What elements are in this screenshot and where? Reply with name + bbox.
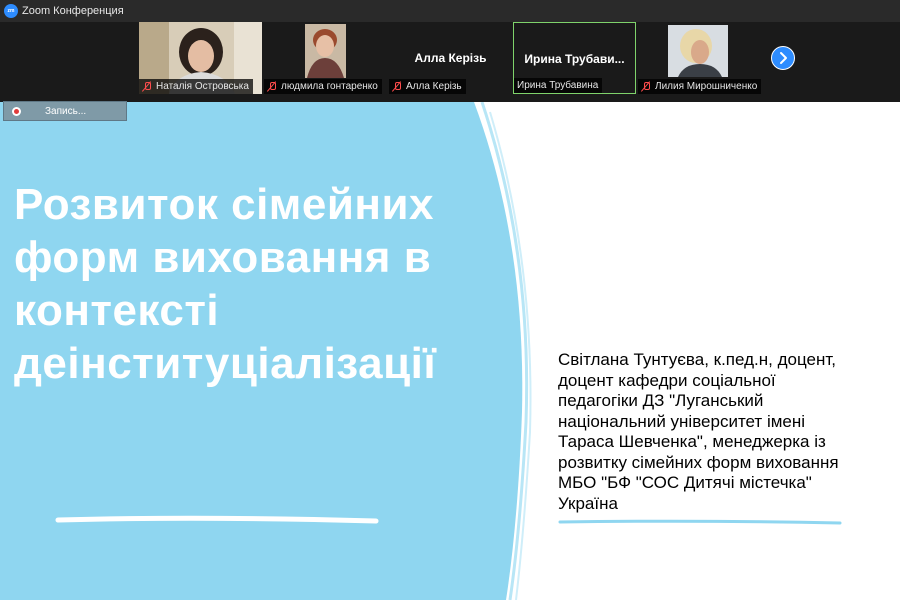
chevron-right-icon — [780, 52, 787, 64]
shared-screen-slide: Розвиток сімейних форм виховання в конте… — [0, 102, 900, 600]
mic-muted-icon — [142, 81, 152, 92]
author-line: Тараса Шевченка", менеджерка із — [558, 432, 826, 451]
participant-nameplate: людмила гонтаренко — [264, 79, 382, 94]
participant-tile[interactable]: Лилия Мирошниченко — [638, 22, 761, 94]
next-participants-button[interactable] — [771, 46, 795, 70]
author-line: МБО "БФ "СОС Дитячі містечка" — [558, 473, 812, 492]
participant-tile[interactable]: Наталія Островська — [139, 22, 262, 94]
mic-muted-icon — [641, 81, 651, 92]
record-icon — [12, 106, 21, 116]
slide-title-line: форм виховання в — [14, 233, 432, 282]
participant-display-name: Ирина Трубави... — [524, 52, 625, 66]
slide-title-line: контексті — [14, 286, 220, 335]
participant-tile[interactable]: людмила гонтаренко — [264, 22, 387, 94]
mic-muted-icon — [392, 81, 402, 92]
author-line: педагогіки ДЗ "Луганський — [558, 391, 764, 410]
window-titlebar: zm Zoom Конференция — [0, 0, 900, 22]
participant-name: Лилия Мирошниченко — [655, 81, 758, 92]
author-line: Світлана Тунтуєва, к.пед.н, доцент, — [558, 350, 836, 369]
author-line: Україна — [558, 493, 618, 513]
author-line: доцент кафедри соціальної — [558, 370, 776, 390]
slide-title-line: Розвиток сімейних — [14, 180, 434, 229]
participant-name: Ирина Трубавина — [517, 80, 599, 91]
author-line: національний університет імені — [558, 411, 806, 431]
participant-name: Наталія Островська — [156, 81, 249, 92]
slide-author-info: Світлана Тунтуєва, к.пед.н, доцент, доце… — [558, 350, 888, 514]
title-underline-brush — [55, 515, 379, 524]
participant-strip: Наталія Островська людмила гонтаренко Ал… — [0, 22, 900, 102]
recording-label: Запись... — [45, 105, 87, 117]
participant-nameplate: Наталія Островська — [139, 79, 253, 94]
participant-tile-active-speaker[interactable]: Ирина Трубави... Ирина Трубавина — [513, 22, 636, 94]
slide-title: Розвиток сімейних форм виховання в конте… — [14, 178, 494, 390]
participant-nameplate: Алла Керізь — [389, 79, 466, 94]
author-line: розвитку сімейних форм виховання — [558, 452, 839, 472]
mic-muted-icon — [267, 81, 277, 92]
recording-indicator[interactable]: Запись... — [3, 101, 127, 121]
participant-tile[interactable]: Алла Керізь Алла Керізь — [389, 22, 512, 94]
author-underline-brush — [558, 519, 842, 525]
zoom-app-icon: zm — [4, 4, 18, 18]
participant-name: Алла Керізь — [406, 81, 462, 92]
participant-nameplate: Ирина Трубавина — [514, 78, 603, 93]
slide-title-line: деінституціалізації — [14, 339, 437, 388]
participant-display-name: Алла Керізь — [414, 51, 487, 65]
participant-name: людмила гонтаренко — [281, 81, 378, 92]
window-title: Zoom Конференция — [22, 5, 124, 17]
participant-nameplate: Лилия Мирошниченко — [638, 79, 761, 94]
